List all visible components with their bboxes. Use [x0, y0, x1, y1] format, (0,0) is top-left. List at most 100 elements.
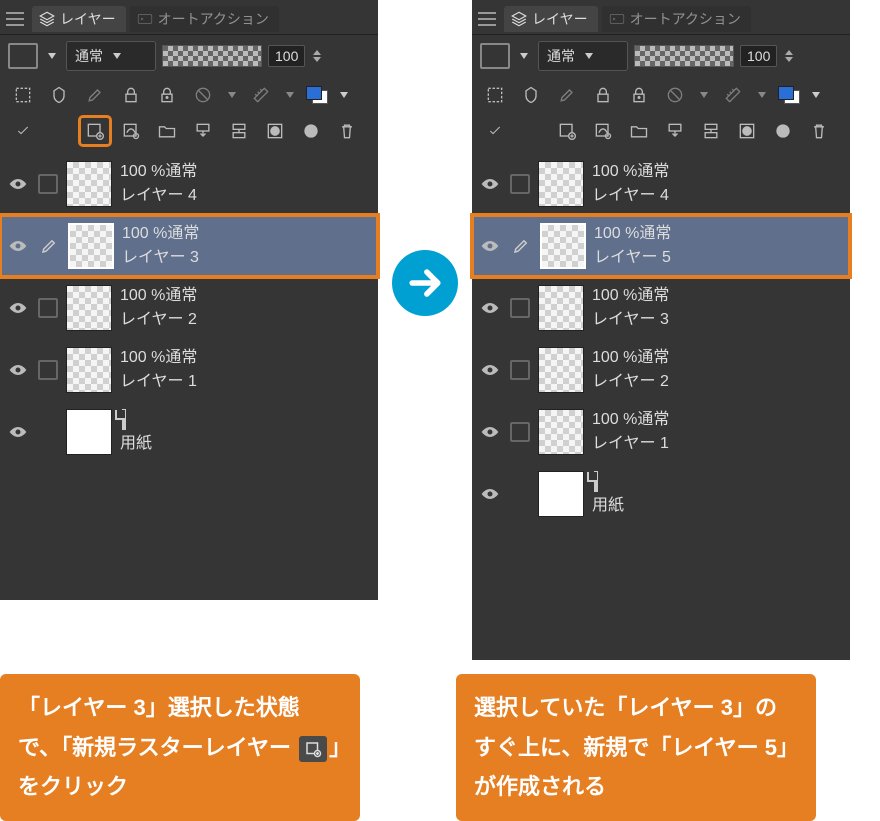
new-folder-button[interactable]: [152, 117, 182, 145]
visibility-eye-icon[interactable]: [478, 239, 502, 253]
apply-mask-icon[interactable]: [296, 117, 326, 145]
apply-mask-icon[interactable]: [768, 117, 798, 145]
layer-labels: 用紙: [592, 470, 624, 518]
visibility-eye-icon[interactable]: [478, 363, 502, 377]
layer-thumbnail: [68, 223, 114, 269]
layer-lock-box[interactable]: [38, 360, 58, 380]
layer-row[interactable]: 100 %通常レイヤー 1: [472, 401, 850, 463]
layer-row[interactable]: 100 %通常レイヤー 4: [0, 153, 378, 215]
layer-thumbnail: [538, 471, 584, 517]
new-raster-layer-button[interactable]: [552, 117, 582, 145]
chevron-down-icon[interactable]: [812, 92, 820, 98]
visibility-eye-icon[interactable]: [478, 425, 502, 439]
layer-row[interactable]: 100 %通常レイヤー 3: [472, 277, 850, 339]
check-icon[interactable]: [480, 117, 510, 145]
delete-layer-button[interactable]: [332, 117, 362, 145]
visibility-eye-icon[interactable]: [478, 487, 502, 501]
layer-name: レイヤー 2: [592, 370, 669, 394]
layer-color-chip[interactable]: [304, 84, 330, 106]
layer-labels: 用紙: [120, 408, 152, 456]
layer-row[interactable]: 100 %通常レイヤー 2: [0, 277, 378, 339]
new-vector-layer-button[interactable]: [116, 117, 146, 145]
draft-layer-icon[interactable]: [552, 81, 582, 109]
clip-mask-icon[interactable]: [8, 81, 38, 109]
layer-color-chip[interactable]: [776, 84, 802, 106]
layer-opacity-mode: 100 %通常: [594, 222, 671, 246]
chevron-down-icon[interactable]: [286, 92, 294, 98]
layer-lock-box[interactable]: [510, 298, 530, 318]
chevron-down-icon[interactable]: [48, 53, 56, 59]
visibility-eye-icon[interactable]: [478, 177, 502, 191]
layer-row[interactable]: 100 %通常レイヤー 1: [0, 339, 378, 401]
blend-mode-select[interactable]: 通常: [66, 41, 156, 71]
layer-row[interactable]: 100 %通常レイヤー 5: [472, 215, 850, 277]
panel-menu-icon[interactable]: [6, 12, 24, 26]
transfer-down-icon[interactable]: [188, 117, 218, 145]
create-mask-icon[interactable]: [732, 117, 762, 145]
opacity-value[interactable]: 100: [740, 45, 777, 67]
visibility-eye-icon[interactable]: [6, 177, 30, 191]
merge-down-icon[interactable]: [224, 117, 254, 145]
visibility-eye-icon[interactable]: [478, 301, 502, 315]
layer-row[interactable]: 100 %通常レイヤー 4: [472, 153, 850, 215]
layers-stack-icon: [38, 10, 56, 28]
caption-left: 「レイヤー 3」選択した状態で、「新規ラスターレイヤー 」をクリック: [0, 674, 360, 821]
delete-layer-button[interactable]: [804, 117, 834, 145]
layer-lock-box[interactable]: [38, 174, 58, 194]
new-raster-layer-button[interactable]: [80, 117, 110, 145]
transfer-down-icon[interactable]: [660, 117, 690, 145]
mask-enable-icon[interactable]: [660, 81, 690, 109]
panel-menu-icon[interactable]: [478, 12, 496, 26]
merge-down-icon[interactable]: [696, 117, 726, 145]
opacity-stepper[interactable]: [785, 50, 793, 62]
ruler-icon[interactable]: [246, 81, 276, 109]
tab-auto-action[interactable]: オートアクション: [602, 6, 751, 32]
lock-transparent-icon[interactable]: [624, 81, 654, 109]
layer-lock-box[interactable]: [510, 174, 530, 194]
edit-pencil-icon: [510, 237, 532, 255]
layer-labels: 100 %通常レイヤー 4: [120, 160, 197, 208]
layer-opacity-mode: 100 %通常: [120, 346, 197, 370]
layer-lock-box[interactable]: [510, 360, 530, 380]
lock-transparent-icon[interactable]: [152, 81, 182, 109]
chevron-down-icon[interactable]: [758, 92, 766, 98]
tab-layers[interactable]: レイヤー: [32, 6, 126, 32]
visibility-eye-icon[interactable]: [6, 301, 30, 315]
layer-row-paper[interactable]: 用紙: [0, 401, 378, 463]
opacity-slider[interactable]: [162, 45, 262, 67]
lock-icon[interactable]: [588, 81, 618, 109]
chevron-down-icon[interactable]: [520, 53, 528, 59]
new-folder-button[interactable]: [624, 117, 654, 145]
palette-color-swatch[interactable]: [480, 43, 510, 69]
layer-row[interactable]: 100 %通常レイヤー 3: [0, 215, 378, 277]
opacity-stepper[interactable]: [313, 50, 321, 62]
mask-enable-icon[interactable]: [188, 81, 218, 109]
palette-color-swatch[interactable]: [8, 43, 38, 69]
chevron-down-icon[interactable]: [700, 92, 708, 98]
opacity-value[interactable]: 100: [268, 45, 305, 67]
visibility-eye-icon[interactable]: [6, 425, 30, 439]
layer-thumbnail: [540, 223, 586, 269]
tab-auto-action[interactable]: オートアクション: [130, 6, 279, 32]
create-mask-icon[interactable]: [260, 117, 290, 145]
lock-icon[interactable]: [116, 81, 146, 109]
reference-layer-icon[interactable]: [516, 81, 546, 109]
opacity-slider[interactable]: [634, 45, 734, 67]
layer-lock-box[interactable]: [510, 422, 530, 442]
layer-row[interactable]: 100 %通常レイヤー 2: [472, 339, 850, 401]
layer-lock-box[interactable]: [38, 298, 58, 318]
draft-layer-icon[interactable]: [80, 81, 110, 109]
clip-mask-icon[interactable]: [480, 81, 510, 109]
tab-layers[interactable]: レイヤー: [504, 6, 598, 32]
visibility-eye-icon[interactable]: [6, 363, 30, 377]
check-icon[interactable]: [8, 117, 38, 145]
visibility-eye-icon[interactable]: [6, 239, 30, 253]
chevron-down-icon[interactable]: [228, 92, 236, 98]
reference-layer-icon[interactable]: [44, 81, 74, 109]
layer-thumbnail: [66, 285, 112, 331]
new-vector-layer-button[interactable]: [588, 117, 618, 145]
ruler-icon[interactable]: [718, 81, 748, 109]
blend-mode-select[interactable]: 通常: [538, 41, 628, 71]
layer-row-paper[interactable]: 用紙: [472, 463, 850, 525]
chevron-down-icon[interactable]: [340, 92, 348, 98]
